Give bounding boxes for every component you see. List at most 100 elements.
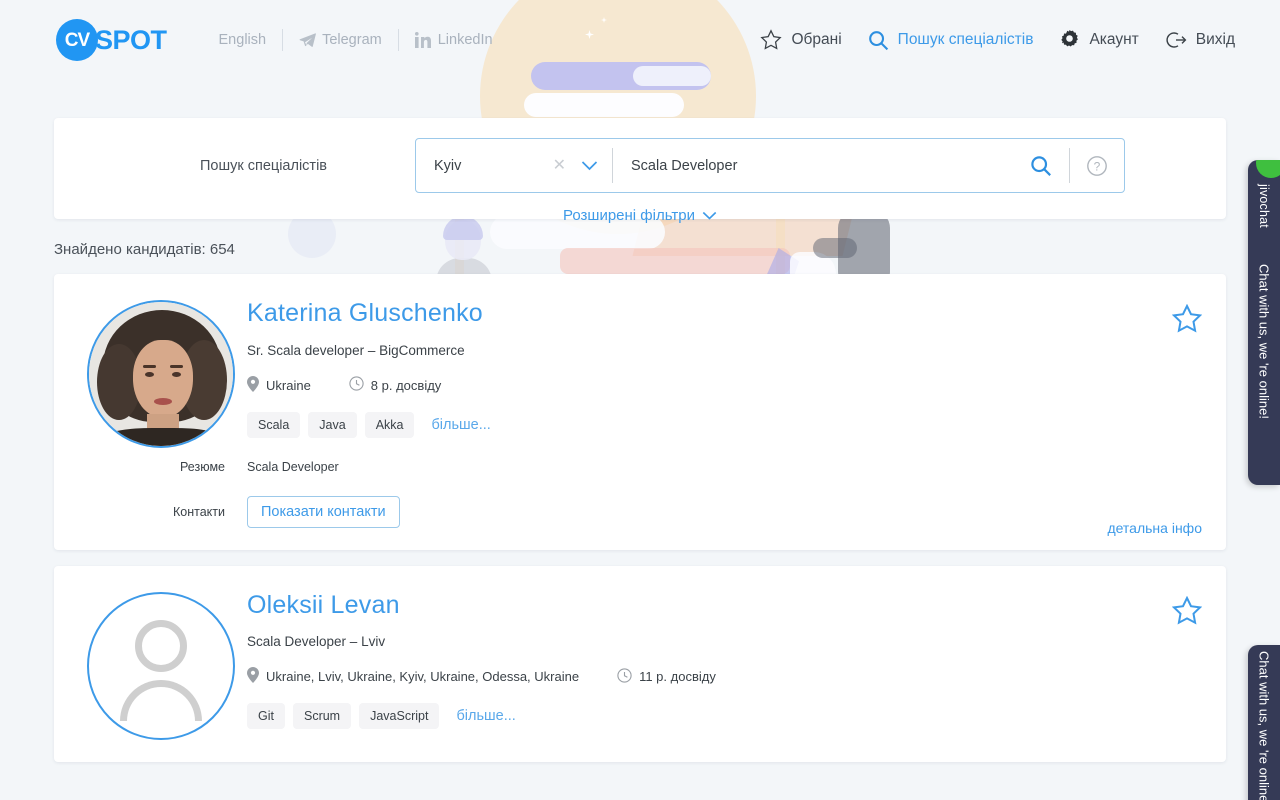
star-icon [760, 29, 783, 51]
keyword-value: Scala Developer [631, 157, 738, 174]
location-field[interactable]: Kyiv ✕ [416, 139, 612, 192]
svg-text:?: ? [1094, 159, 1101, 173]
location-value: Kyiv [434, 157, 462, 174]
advanced-filters-toggle[interactable]: Розширені фільтри [563, 207, 717, 224]
chevron-down-icon[interactable] [581, 160, 598, 171]
chat-widget-tab-secondary[interactable]: Chat with us, we 're online! [1248, 645, 1280, 800]
telegram-label: Telegram [322, 32, 382, 48]
avatar-photo-shoulders [108, 428, 217, 446]
chat-widget-message-label: Chat with us, we 're online! [1256, 264, 1272, 419]
chat-widget-message: Chat with us, we 're online! [1248, 651, 1280, 800]
avatar-photo-lips [153, 398, 172, 405]
logo-wordmark: SPOT [95, 24, 167, 55]
nav-item-account[interactable]: Акаунт [1046, 29, 1151, 51]
detail-info-link[interactable]: детальна інфо [1107, 520, 1202, 536]
candidate-card: Katerina Gluschenko Sr. Scala developer … [54, 274, 1226, 550]
avatar-column [74, 300, 247, 528]
avatar-placeholder-head [134, 619, 187, 672]
favorite-star-button[interactable] [1172, 595, 1202, 625]
search-icon [1031, 155, 1051, 176]
skill-tag[interactable]: Akka [364, 411, 415, 438]
search-row: Пошук спеціалістів Kyiv ✕ Scala Develope… [54, 138, 1226, 193]
question-circle-icon: ? [1087, 155, 1107, 176]
avatar-photo-eye [171, 372, 181, 377]
nav-item-search-specialists[interactable]: Пошук спеціалістів [855, 30, 1047, 51]
show-more-skills-link[interactable]: більше... [456, 708, 515, 724]
avatar-photo-brow [142, 365, 156, 368]
linkedin-icon [414, 32, 432, 48]
illustration-person-hair [443, 216, 483, 240]
candidate-info: Oleksii Levan Scala Developer – Lviv Ukr… [247, 591, 1142, 740]
advanced-filters-label: Розширені фільтри [563, 207, 695, 224]
experience-text: 11 р. досвіду [639, 669, 716, 684]
candidate-meta: Ukraine 8 р. досвіду [247, 375, 1142, 395]
results-count: Знайдено кандидатів: 654 [54, 241, 235, 258]
skill-tag[interactable]: Java [308, 411, 357, 438]
clock-icon [349, 376, 364, 394]
avatar-photo-brow [169, 365, 183, 368]
nav-item-logout[interactable]: Вихід [1152, 30, 1248, 50]
logout-icon [1165, 30, 1187, 50]
candidate-experience: 11 р. досвіду [617, 667, 716, 686]
linkedin-label: LinkedIn [437, 32, 493, 48]
nav-item-favorites[interactable]: Обрані [747, 29, 854, 51]
experience-text: 8 р. досвіду [370, 377, 442, 393]
avatar[interactable] [86, 300, 235, 448]
search-panel: Пошук спеціалістів Kyiv ✕ Scala Develope… [54, 118, 1226, 224]
candidate-experience: 8 р. досвіду [349, 376, 442, 394]
favorite-column [1142, 592, 1202, 740]
nav-item-label: Акаунт [1089, 31, 1139, 48]
language-label: English [218, 32, 267, 48]
avatar[interactable] [86, 591, 235, 740]
resume-label: Резюме [180, 459, 225, 474]
location-text: Ukraine, Lviv, Ukraine, Kyiv, Ukraine, O… [266, 669, 580, 684]
telegram-icon [299, 32, 316, 48]
help-button[interactable]: ? [1070, 139, 1124, 192]
avatar-photo-eye [144, 372, 154, 377]
avatar-column [74, 591, 247, 740]
location-pin-icon [247, 667, 259, 686]
keyword-input[interactable]: Scala Developer [613, 139, 1013, 192]
location-text: Ukraine [266, 377, 311, 393]
site-header: CV SPOT English Telegram LinkedIn Обрані… [0, 0, 1280, 80]
contacts-label: Контакти [173, 504, 225, 519]
logo-badge: CV [56, 19, 98, 61]
nav-item-label: Пошук спеціалістів [897, 31, 1034, 48]
chat-widget-message: Chat with us, we 're online! [1248, 264, 1280, 424]
search-submit-button[interactable] [1013, 139, 1069, 192]
header-utility-links: English Telegram LinkedIn [203, 29, 509, 51]
candidate-meta: Ukraine, Lviv, Ukraine, Kyiv, Ukraine, O… [247, 667, 1142, 686]
skill-tags: Scala Java Akka більше... [247, 411, 1142, 438]
contacts-row: Контакти Показати контакти [173, 495, 1142, 528]
avatar-photo-face [132, 340, 193, 418]
resume-value: Scala Developer [247, 459, 339, 474]
language-selector[interactable]: English [203, 32, 283, 48]
favorite-star-button[interactable] [1172, 304, 1202, 333]
linkedin-link[interactable]: LinkedIn [399, 32, 509, 48]
clock-icon [617, 667, 632, 686]
candidate-title: Sr. Scala developer – BigCommerce [247, 342, 465, 358]
candidate-location: Ukraine [247, 375, 311, 395]
resume-row: Резюме Scala Developer [180, 459, 1142, 474]
candidate-name-link[interactable]: Oleksii Levan [247, 591, 1142, 620]
skill-tag[interactable]: Git [247, 703, 285, 729]
telegram-link[interactable]: Telegram [283, 32, 398, 48]
skill-tag[interactable]: JavaScript [359, 703, 440, 729]
logo[interactable]: CV SPOT [56, 19, 167, 61]
candidate-name-link[interactable]: Katerina Gluschenko [247, 299, 1142, 328]
chat-widget-brand: jivochat [1248, 184, 1280, 233]
gear-icon [1059, 29, 1080, 51]
chat-widget-tab[interactable]: jivochat Chat with us, we 're online! [1248, 160, 1280, 485]
candidate-info: Katerina Gluschenko Sr. Scala developer … [173, 299, 1142, 528]
show-contacts-button[interactable]: Показати контакти [247, 495, 400, 528]
close-icon[interactable]: ✕ [553, 157, 566, 174]
show-more-skills-link[interactable]: більше... [431, 417, 490, 433]
skill-tag[interactable]: Scala [247, 411, 301, 438]
search-box: Kyiv ✕ Scala Developer ? [415, 138, 1125, 193]
chevron-down-icon [702, 207, 717, 224]
skill-tags: Git Scrum JavaScript більше... [247, 703, 1142, 729]
skill-tag[interactable]: Scrum [292, 703, 352, 729]
chat-widget-message-label: Chat with us, we 're online! [1256, 651, 1272, 800]
search-panel-label: Пошук спеціалістів [200, 157, 327, 174]
nav-item-label: Вихід [1195, 31, 1235, 48]
